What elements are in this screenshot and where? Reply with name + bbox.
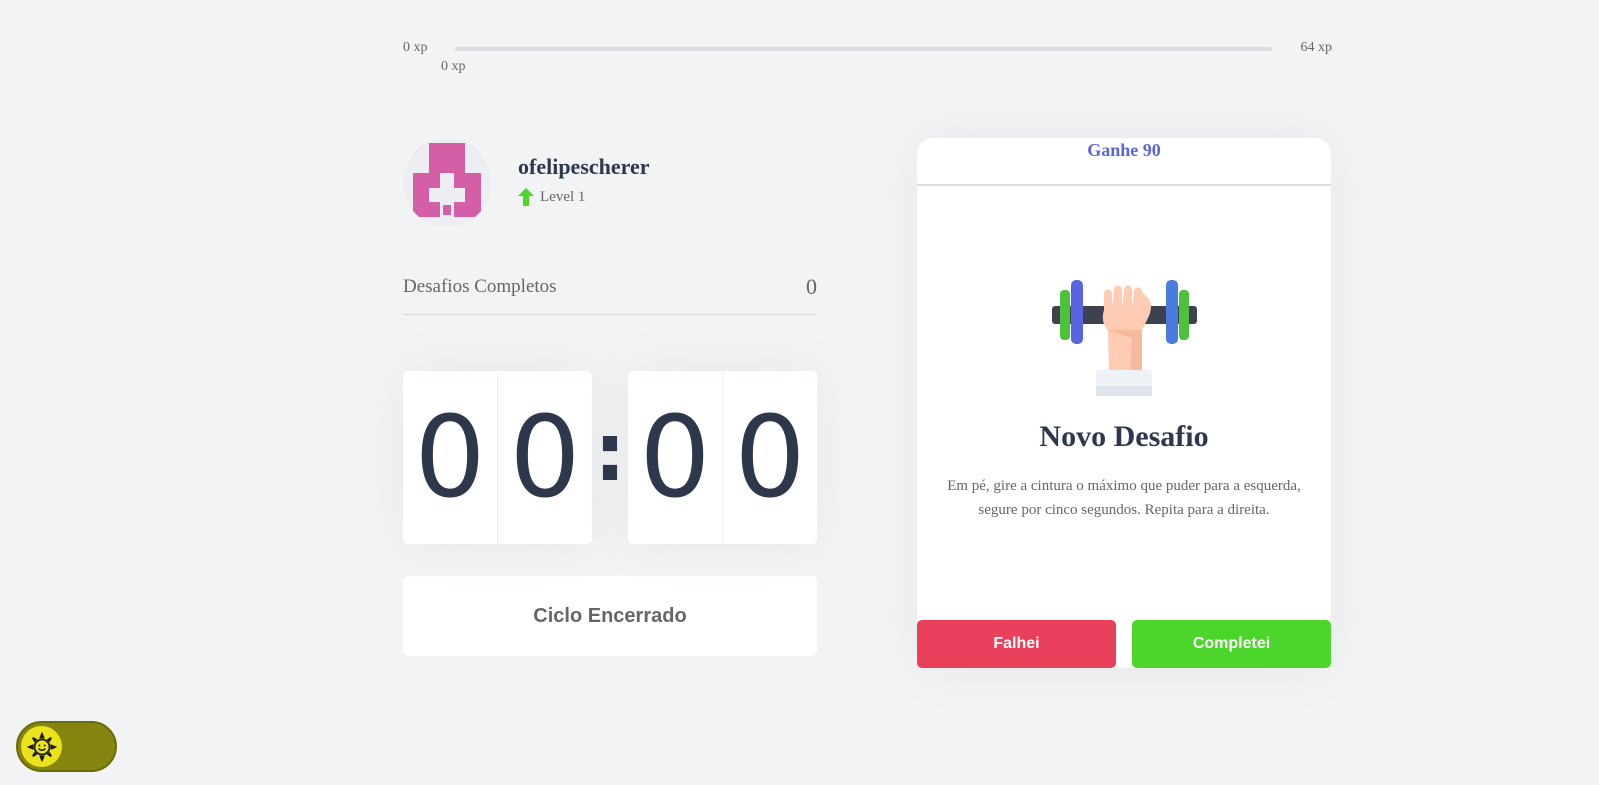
level-label: Level 1 [540,188,586,205]
challenge-actions: Falhei Completei [917,620,1331,668]
theme-toggle[interactable] [16,721,117,772]
second-digit-right: 0 [722,371,817,544]
minute-digit-left: 0 [414,392,486,523]
theme-toggle-knob[interactable] [21,726,62,767]
xp-current-label: 0 xp [441,59,466,74]
xp-max-label: 64 xp [1300,40,1333,55]
complete-button[interactable]: Completei [1132,620,1331,668]
left-column: ofelipescherer Level 1 Desafios Completo… [403,138,817,656]
challenge-description: Em pé, gire a cintura o máximo que puder… [947,478,1301,518]
profile: ofelipescherer Level 1 [403,138,817,228]
challenge-reward: Ganhe 90 [1087,140,1161,160]
profile-info: ofelipescherer Level 1 [518,154,650,206]
arrow-up-icon [518,188,534,206]
completed-challenges-label: Desafios Completos [403,276,557,297]
level-indicator: Level 1 [518,188,650,206]
minute-digit-right: 0 [497,371,592,544]
experience-bar: 0 xp 0 xp 64 xp [403,38,1332,78]
username: ofelipescherer [518,154,650,179]
completed-challenges-count: 0 [806,274,817,299]
completed-challenges: Desafios Completos 0 [403,274,817,315]
sun-icon [26,731,57,762]
countdown: 0 0 : 0 0 [403,371,817,544]
challenge-title: Novo Desafio [1039,420,1209,453]
minutes-group: 0 0 [403,371,592,544]
challenge-card-body: Novo Desafio Em pé, gire a cintura o máx… [917,186,1331,522]
identicon-avatar [403,139,491,227]
xp-min-label: 0 xp [403,40,428,55]
seconds-group: 0 0 [628,371,817,544]
dumbbell-body-icon [1051,280,1197,396]
xp-track [455,47,1272,51]
challenge-card: Ganhe 90 Novo Desafio Em pé, gire a cint… [917,138,1331,668]
challenge-card-header: Ganhe 90 [917,138,1331,186]
fail-button[interactable]: Falhei [917,620,1116,668]
second-digit-left: 0 [639,392,711,523]
countdown-separator: : [594,406,626,499]
avatar [403,139,491,227]
cycle-finished-button[interactable]: Ciclo Encerrado [403,576,817,656]
